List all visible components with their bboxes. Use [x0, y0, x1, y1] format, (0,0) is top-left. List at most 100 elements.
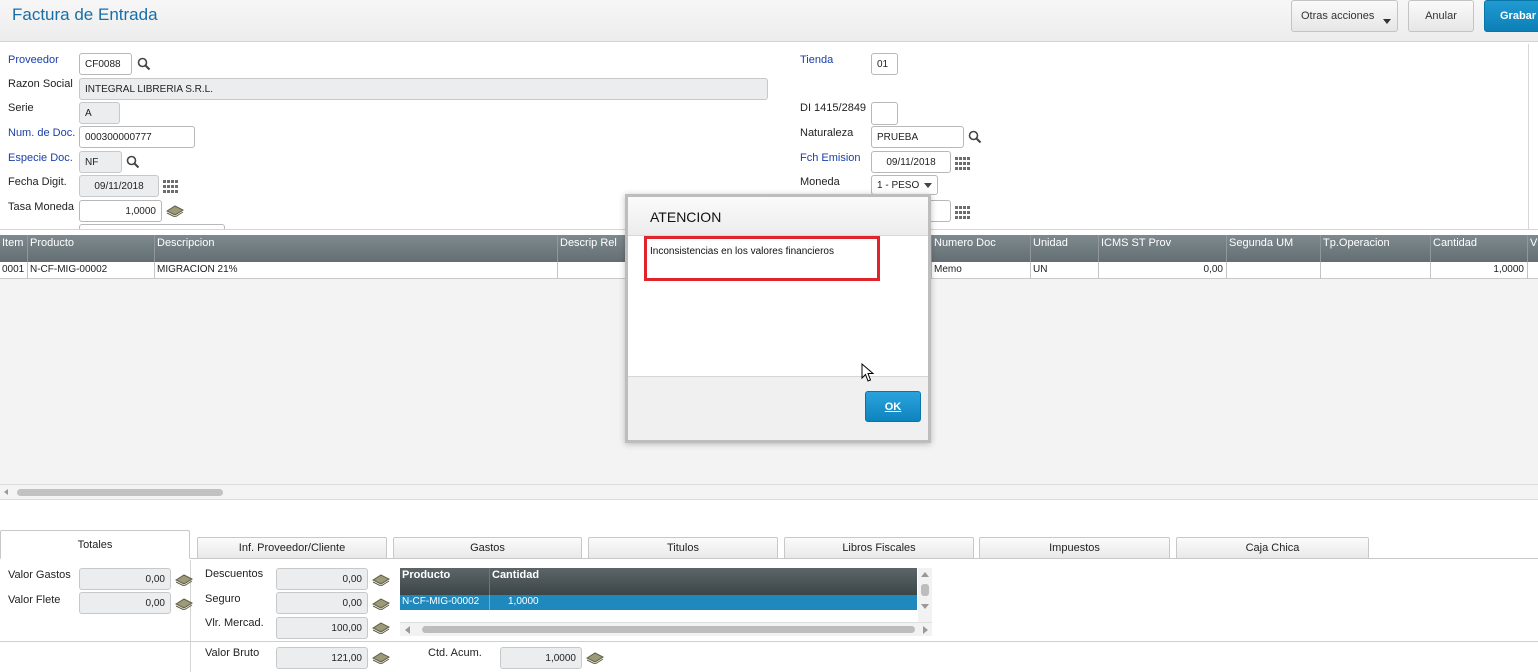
scrollbar-thumb[interactable] [921, 584, 929, 596]
otras-acciones-button[interactable]: Otras acciones [1291, 0, 1398, 32]
money-icon[interactable] [166, 205, 184, 217]
proveedor-field[interactable]: CF0088 [79, 53, 132, 75]
valor-bruto-label: Valor Bruto [205, 647, 260, 659]
tab-caja-chica[interactable]: Caja Chica [1176, 537, 1369, 559]
col-header[interactable]: Numero Doc [932, 235, 1031, 262]
ctd-acum-label: Ctd. Acum. [428, 647, 482, 659]
col-header[interactable]: V [1528, 235, 1538, 262]
tab-titulos[interactable]: Titulos [588, 537, 778, 559]
scroll-down-icon[interactable] [921, 604, 929, 609]
divider [190, 642, 191, 672]
col-header[interactable]: Unidad [1031, 235, 1099, 262]
seguro-field: 0,00 [276, 592, 368, 614]
search-icon[interactable] [968, 130, 982, 144]
vertical-scrollbar[interactable] [918, 568, 932, 622]
razon-social-field: INTEGRAL LIBRERIA S.R.L. [79, 78, 768, 100]
cell-tp-operacion [1321, 262, 1431, 279]
tab-impuestos[interactable]: Impuestos [979, 537, 1170, 559]
col-header[interactable]: Segunda UM [1227, 235, 1321, 262]
proveedor-label: Proveedor [8, 54, 59, 66]
scroll-right-icon[interactable] [923, 626, 928, 634]
tab-gastos[interactable]: Gastos [393, 537, 582, 559]
calendar-icon[interactable] [955, 157, 971, 170]
chevron-down-icon [1383, 19, 1391, 24]
descuentos-label: Descuentos [205, 568, 264, 580]
col-header[interactable]: Tp.Operacion [1321, 235, 1431, 262]
col-header[interactable]: Producto [400, 568, 490, 595]
scroll-left-icon[interactable] [4, 489, 8, 495]
col-header[interactable]: Cantidad [490, 568, 917, 595]
divider [1528, 44, 1529, 230]
scroll-left-icon[interactable] [405, 626, 410, 634]
horizontal-scrollbar[interactable] [0, 484, 1538, 500]
calendar-icon[interactable] [955, 206, 971, 219]
num-doc-field[interactable]: 000300000777 [79, 126, 195, 148]
anular-button[interactable]: Anular [1408, 0, 1474, 32]
search-icon[interactable] [137, 57, 151, 71]
col-header[interactable]: ICMS ST Prov [1099, 235, 1227, 262]
money-icon[interactable] [372, 652, 390, 664]
naturaleza-label: Naturaleza [800, 127, 854, 139]
fch-emision-label: Fch Emision [800, 152, 861, 164]
num-doc-label: Num. de Doc. [8, 127, 76, 139]
cell-unidad: UN [1031, 262, 1099, 279]
vlr-mercad-label: Vlr. Mercad. [205, 617, 264, 629]
tab-inf-proveedor[interactable]: Inf. Proveedor/Cliente [197, 537, 387, 559]
cell-item: 0001 [0, 262, 28, 279]
money-icon[interactable] [175, 574, 193, 586]
money-icon[interactable] [586, 652, 604, 664]
naturaleza-field[interactable]: PRUEBA [871, 126, 964, 148]
descuentos-field: 0,00 [276, 568, 368, 590]
table-row[interactable]: N-CF-MIG-00002 1,0000 [400, 595, 917, 610]
mini-grid-body [400, 610, 917, 622]
fecha-digit-label: Fecha Digit. [8, 176, 67, 188]
grabar-button[interactable]: Grabar [1484, 0, 1538, 32]
tienda-label: Tienda [800, 54, 834, 66]
cell-producto: N-CF-MIG-00002 [400, 595, 490, 610]
fch-emision-field[interactable]: 09/11/2018 [871, 151, 951, 173]
col-header[interactable]: Item [0, 235, 28, 262]
mini-grid-header: Producto Cantidad [400, 568, 917, 595]
tab-totales[interactable]: Totales [0, 530, 190, 559]
col-header[interactable]: Producto [28, 235, 155, 262]
moneda-label: Moneda [800, 176, 840, 188]
col-header[interactable]: Cantidad [1431, 235, 1528, 262]
scroll-up-icon[interactable] [921, 572, 929, 577]
valor-bruto-field: 121,00 [276, 647, 368, 669]
valor-gastos-label: Valor Gastos [8, 569, 71, 581]
seguro-label: Seguro [205, 593, 241, 605]
razon-social-label: Razon Social [8, 78, 73, 90]
tasa-moneda-field[interactable]: 1,0000 [79, 200, 162, 222]
dl-field[interactable] [871, 102, 898, 125]
money-icon[interactable] [372, 574, 390, 586]
cell-cantidad: 1,0000 [1431, 262, 1528, 279]
search-icon[interactable] [126, 155, 140, 169]
especie-doc-field[interactable]: NF [79, 151, 122, 173]
dl-label: DI 1415/2849 [800, 102, 867, 114]
dialog-title: ATENCION [628, 197, 928, 236]
cell-producto: N-CF-MIG-00002 [28, 262, 155, 279]
product-summary-grid: Producto Cantidad N-CF-MIG-00002 1,0000 [400, 568, 932, 637]
money-icon[interactable] [372, 622, 390, 634]
col-header[interactable]: Descripcion [155, 235, 558, 262]
page-title: Factura de Entrada [12, 5, 158, 24]
scrollbar-thumb[interactable] [17, 489, 223, 496]
tab-libros-fiscales[interactable]: Libros Fiscales [784, 537, 974, 559]
horizontal-scrollbar[interactable] [400, 622, 932, 636]
cell-numero-doc: Memo [932, 262, 1031, 279]
money-icon[interactable] [175, 598, 193, 610]
divider [0, 641, 1538, 642]
ok-button[interactable]: OK [865, 391, 921, 422]
calendar-icon[interactable] [163, 180, 179, 193]
tienda-field[interactable]: 01 [871, 53, 898, 75]
cell-segunda-um [1227, 262, 1321, 279]
ctd-acum-field: 1,0000 [500, 647, 582, 669]
attention-dialog: ATENCION Inconsistencias en los valores … [625, 194, 931, 443]
tasa-moneda-label: Tasa Moneda [8, 201, 75, 213]
money-icon[interactable] [372, 598, 390, 610]
dialog-message: Inconsistencias en los valores financier… [650, 246, 834, 257]
scrollbar-thumb[interactable] [422, 626, 915, 633]
highlight-box [644, 236, 880, 281]
vlr-mercad-field: 100,00 [276, 617, 368, 639]
otras-acciones-label: Otras acciones [1301, 10, 1375, 22]
